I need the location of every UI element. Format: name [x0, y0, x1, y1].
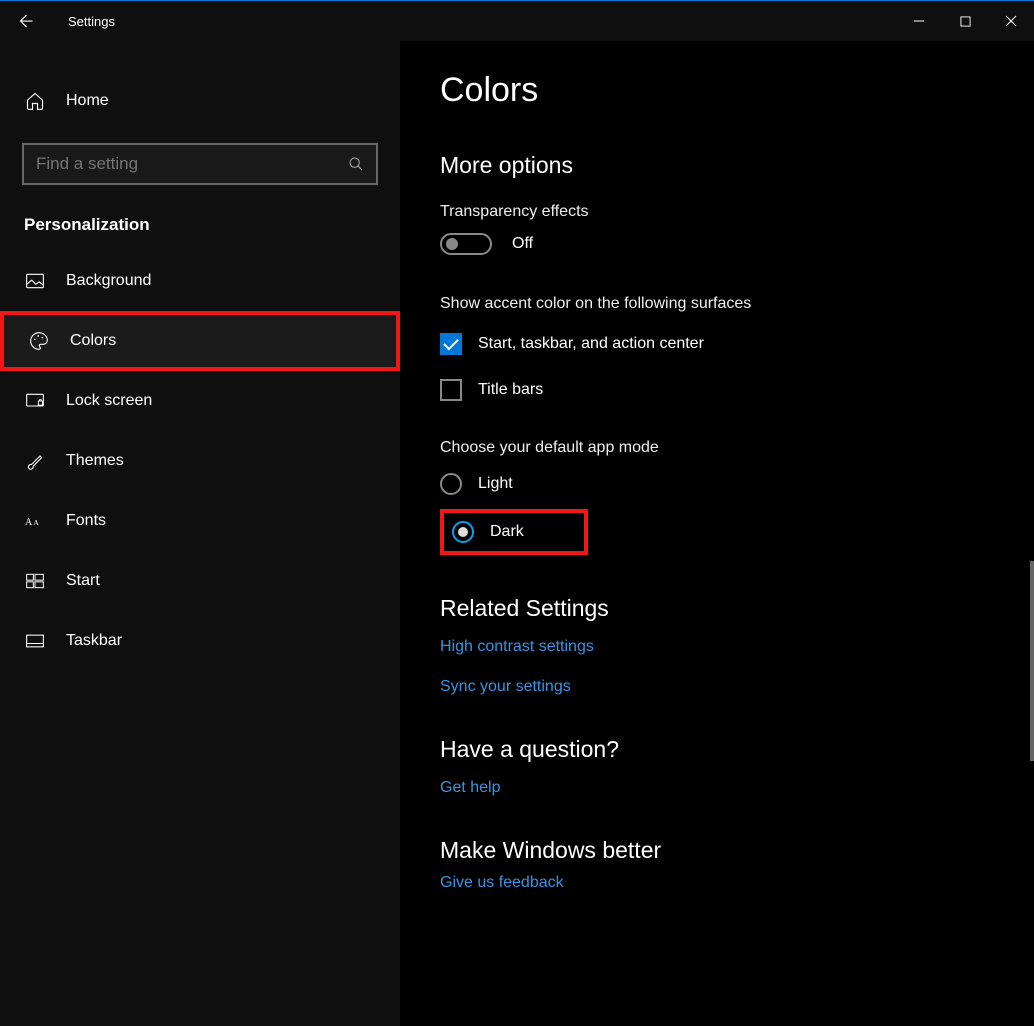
home-label: Home — [66, 92, 109, 110]
scrollbar[interactable] — [1030, 561, 1034, 761]
nav-item-colors[interactable]: Colors — [0, 311, 400, 371]
transparency-label: Transparency effects — [440, 203, 994, 221]
nav-item-fonts[interactable]: AA Fonts — [0, 491, 400, 551]
nav-label: Background — [66, 272, 151, 290]
search-icon — [336, 156, 376, 172]
nav-label: Start — [66, 572, 100, 590]
checkbox-start-taskbar[interactable] — [440, 333, 462, 355]
titlebar: Settings — [0, 1, 1034, 41]
radio-light-label: Light — [478, 475, 513, 493]
brush-icon — [24, 450, 46, 472]
transparency-toggle[interactable] — [440, 233, 492, 255]
app-mode-heading: Choose your default app mode — [440, 439, 994, 457]
accent-surfaces-heading: Show accent color on the following surfa… — [440, 295, 994, 313]
home-button[interactable]: Home — [0, 71, 400, 131]
nav-label: Themes — [66, 452, 124, 470]
nav-label: Lock screen — [66, 392, 152, 410]
svg-text:A: A — [25, 517, 33, 528]
nav-item-taskbar[interactable]: Taskbar — [0, 611, 400, 671]
back-button[interactable] — [0, 12, 50, 30]
nav-label: Colors — [70, 332, 116, 350]
fonts-icon: AA — [24, 510, 46, 532]
search-box[interactable] — [22, 143, 378, 185]
radio-dark-row[interactable]: Dark — [452, 521, 524, 543]
toggle-knob — [446, 238, 458, 250]
arrow-left-icon — [16, 12, 34, 30]
checkbox-start-taskbar-label: Start, taskbar, and action center — [478, 335, 704, 353]
picture-icon — [24, 270, 46, 292]
radio-dark-label: Dark — [490, 523, 524, 541]
checkbox-titlebars[interactable] — [440, 379, 462, 401]
nav-item-themes[interactable]: Themes — [0, 431, 400, 491]
related-heading: Related Settings — [440, 595, 994, 622]
highlight-dark-mode: Dark — [440, 509, 588, 555]
link-feedback[interactable]: Give us feedback — [440, 874, 994, 892]
minimize-icon — [913, 15, 925, 27]
lockscreen-icon — [24, 390, 46, 412]
svg-text:A: A — [33, 518, 39, 527]
palette-icon — [28, 330, 50, 352]
nav-item-background[interactable]: Background — [0, 251, 400, 311]
link-sync[interactable]: Sync your settings — [440, 678, 994, 696]
minimize-button[interactable] — [896, 1, 942, 41]
sidebar: Home Personalization Background Colors — [0, 41, 400, 1026]
close-icon — [1005, 15, 1017, 27]
radio-light-row[interactable]: Light — [440, 473, 994, 495]
home-icon — [24, 90, 46, 112]
search-input[interactable] — [24, 154, 336, 174]
main-content: Colors More options Transparency effects… — [400, 41, 1034, 1026]
nav-item-start[interactable]: Start — [0, 551, 400, 611]
more-options-heading: More options — [440, 152, 994, 179]
link-high-contrast[interactable]: High contrast settings — [440, 638, 994, 656]
transparency-state: Off — [512, 235, 533, 253]
link-get-help[interactable]: Get help — [440, 779, 994, 797]
make-better-heading: Make Windows better — [440, 837, 994, 864]
checkbox-titlebars-label: Title bars — [478, 381, 543, 399]
radio-light[interactable] — [440, 473, 462, 495]
page-title: Colors — [440, 71, 994, 110]
taskbar-icon — [24, 630, 46, 652]
close-button[interactable] — [988, 1, 1034, 41]
section-label: Personalization — [0, 203, 400, 251]
start-icon — [24, 570, 46, 592]
question-heading: Have a question? — [440, 736, 994, 763]
nav-label: Fonts — [66, 512, 106, 530]
nav-label: Taskbar — [66, 632, 122, 650]
nav-item-lockscreen[interactable]: Lock screen — [0, 371, 400, 431]
maximize-button[interactable] — [942, 1, 988, 41]
maximize-icon — [960, 16, 971, 27]
window-title: Settings — [50, 14, 115, 29]
radio-dark[interactable] — [452, 521, 474, 543]
